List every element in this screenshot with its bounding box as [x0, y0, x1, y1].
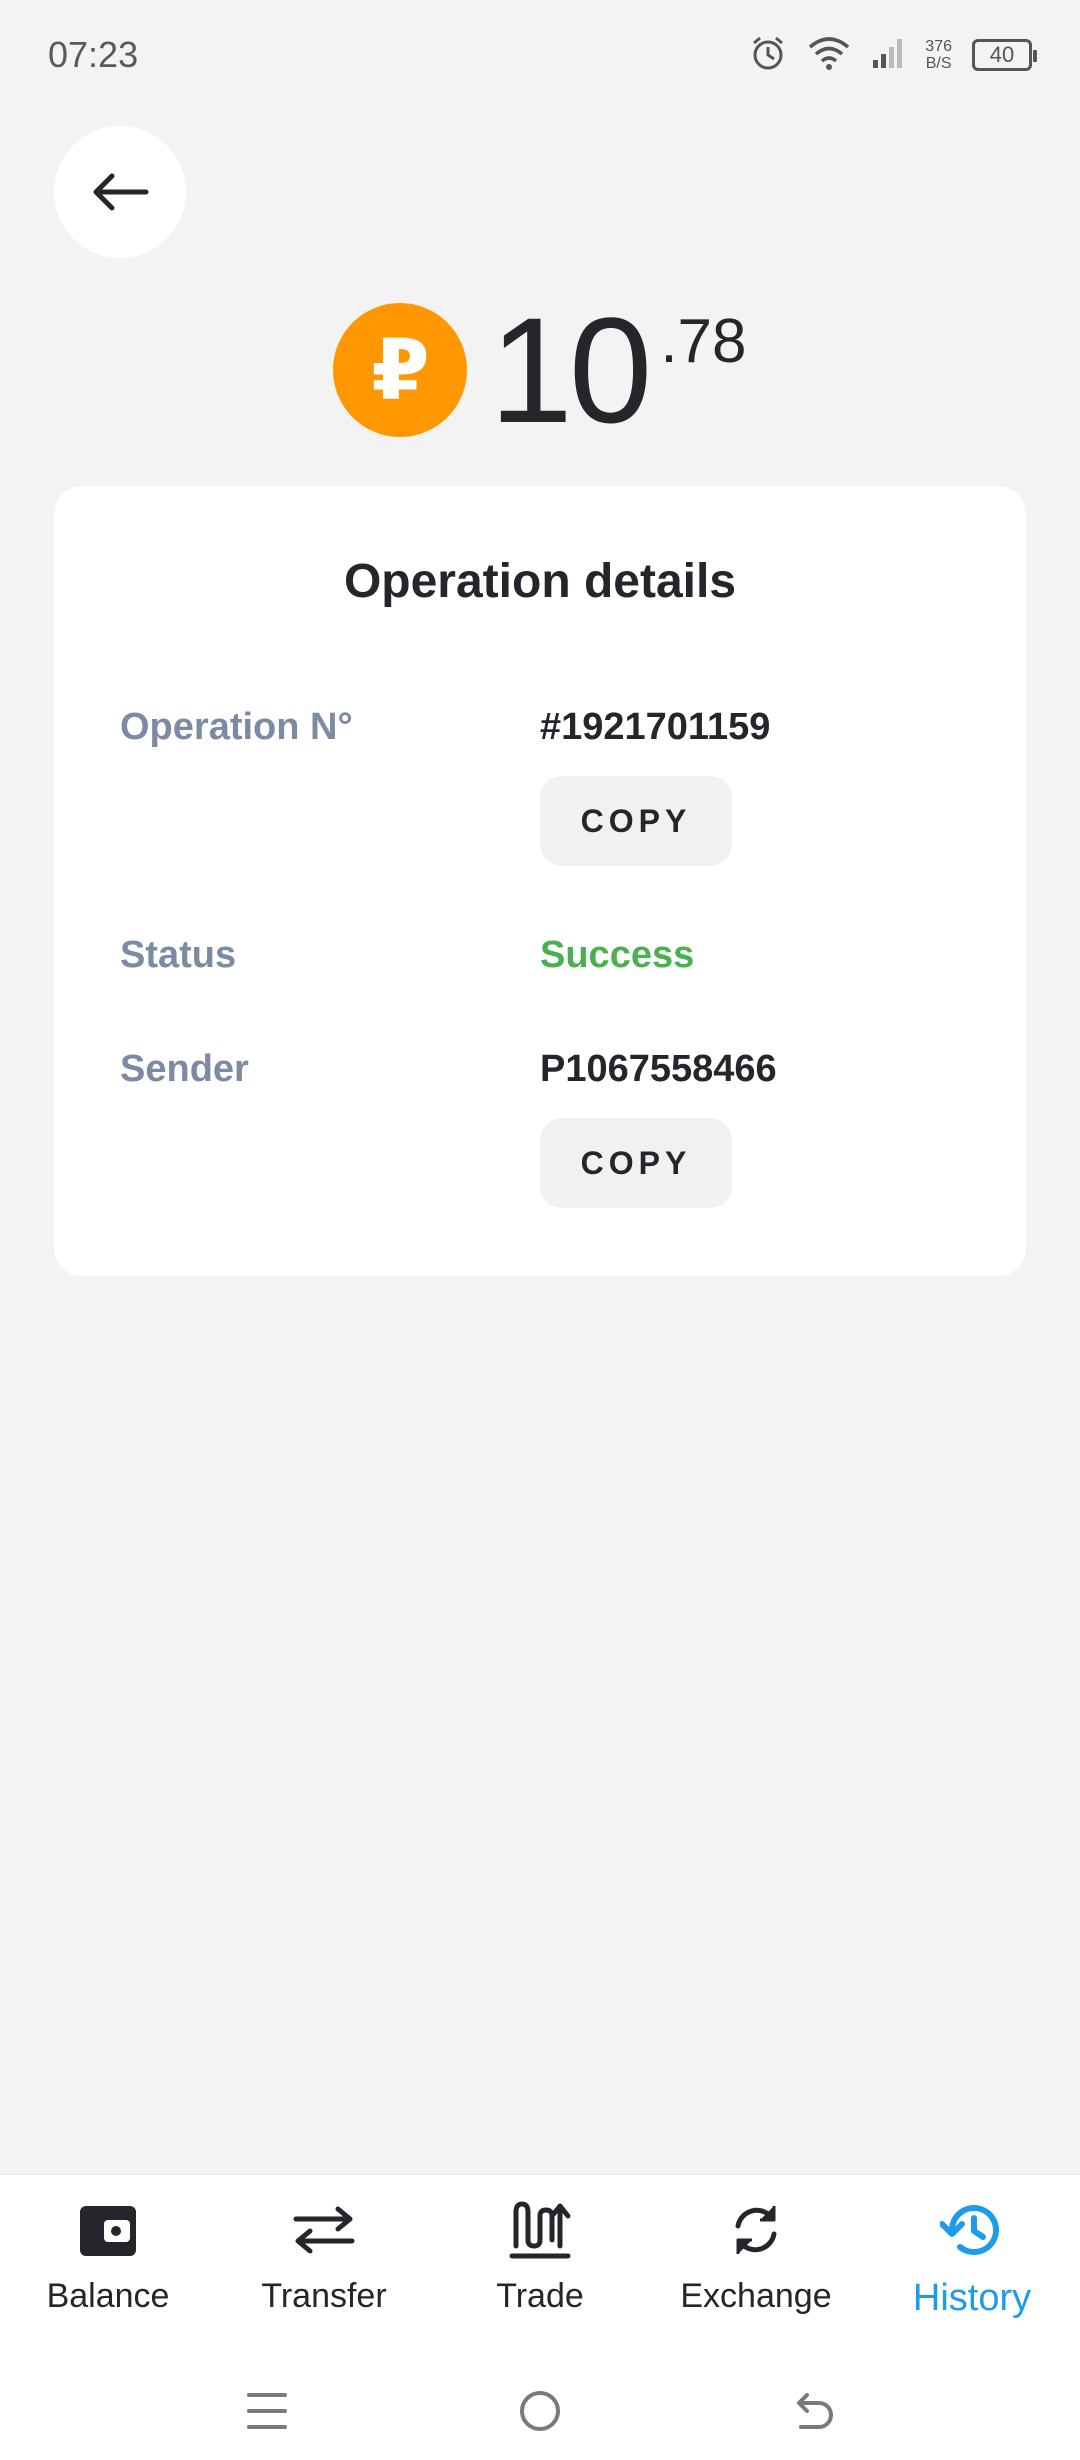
nav-item-trade[interactable]: Trade	[432, 2195, 648, 2345]
arrow-left-icon	[93, 173, 149, 211]
amount-integer: 10	[489, 286, 652, 454]
nav-label-history: History	[912, 2277, 1032, 2319]
wifi-icon	[807, 35, 851, 76]
status-value: Success	[540, 934, 695, 976]
wallet-icon	[78, 2195, 138, 2265]
ruble-coin-icon: ₽	[333, 303, 468, 437]
status-label: Status	[120, 934, 237, 976]
copy-sender-button[interactable]: COPY	[540, 1118, 732, 1208]
card-title: Operation details	[343, 555, 737, 608]
system-back-button[interactable]	[773, 2371, 853, 2451]
status-time: 07:23	[48, 34, 139, 75]
bottom-navigation: Balance Transfer Trade Exchange History	[0, 2174, 1080, 2460]
nav-item-transfer[interactable]: Transfer	[216, 2195, 432, 2345]
nav-item-balance[interactable]: Balance	[0, 2195, 216, 2345]
nav-label-transfer: Transfer	[261, 2277, 387, 2315]
exchange-cycle-icon	[726, 2195, 786, 2265]
nav-label-exchange: Exchange	[680, 2277, 832, 2315]
menu-button[interactable]	[227, 2371, 307, 2451]
menu-lines-icon	[246, 2393, 287, 2429]
status-icons: 376 B/S 40	[749, 34, 1037, 77]
transfer-arrows-icon	[292, 2195, 356, 2265]
operation-number-value: #1921701159	[540, 706, 771, 748]
nav-label-balance: Balance	[46, 2277, 170, 2315]
copy-operation-number-button[interactable]: COPY	[540, 776, 732, 866]
amount-display: ₽ 10 .78	[0, 290, 1080, 450]
currency-symbol: ₽	[371, 323, 430, 417]
home-button[interactable]	[500, 2371, 580, 2451]
network-speed-unit: B/S	[925, 55, 952, 72]
trade-chart-icon	[508, 2195, 572, 2265]
alarm-icon	[749, 34, 787, 77]
network-speed: 376 B/S	[925, 38, 952, 72]
network-speed-value: 376	[925, 38, 952, 55]
system-navigation-bar	[0, 2371, 1080, 2451]
nav-label-trade: Trade	[496, 2277, 584, 2315]
nav-item-exchange[interactable]: Exchange	[648, 2195, 864, 2345]
amount-value: 10 .78	[489, 295, 746, 445]
nav-item-history[interactable]: History	[864, 2195, 1080, 2345]
operation-number-label: Operation N°	[120, 706, 353, 748]
signal-icon	[871, 36, 905, 75]
return-arrow-icon	[797, 2393, 834, 2429]
sender-value: P1067558466	[540, 1048, 777, 1090]
status-bar: 07:23 376 B/S 40	[0, 0, 1080, 110]
bottom-nav-items: Balance Transfer Trade Exchange History	[0, 2195, 1080, 2345]
operation-details-screen: 07:23 376 B/S 40 ₽ 10 .78 Operation deta…	[0, 0, 1080, 2460]
home-circle-icon	[519, 2391, 560, 2431]
operation-details-card: Operation details Operation N° #19217011…	[54, 486, 1026, 1276]
amount-decimal: .78	[660, 307, 747, 376]
back-button[interactable]	[54, 126, 186, 258]
history-clock-icon	[940, 2195, 1004, 2265]
battery-indicator: 40	[972, 39, 1037, 71]
sender-label: Sender	[120, 1048, 249, 1090]
